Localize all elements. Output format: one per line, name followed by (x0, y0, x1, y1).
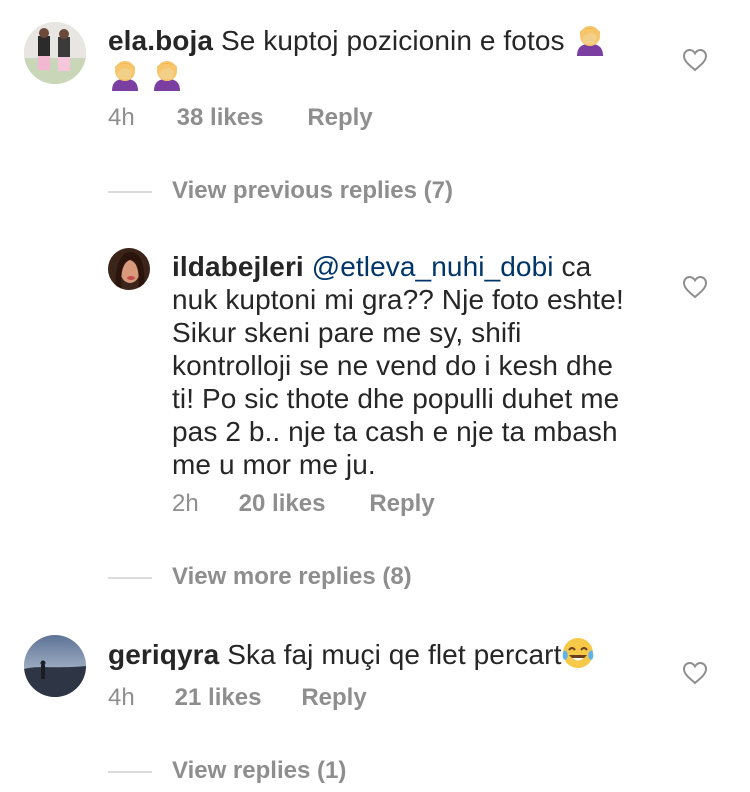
view-replies-label: View previous replies (7) (172, 177, 454, 204)
woman-facepalming-emoji (112, 61, 138, 91)
comment-body-line-5: ti! Po sic thote dhe populli duhet me (172, 383, 620, 414)
view-replies-button[interactable]: View replies (1) (108, 756, 346, 786)
divider (108, 576, 152, 579)
view-previous-replies-button[interactable]: View previous replies (7) (108, 176, 453, 206)
heart-icon[interactable] (682, 48, 708, 72)
likes-count[interactable]: 38 likes (177, 103, 301, 133)
comment-meta: 2h 20 likes Reply (172, 489, 435, 519)
heart-icon[interactable] (682, 275, 708, 299)
view-more-replies-button[interactable]: View more replies (8) (108, 562, 412, 592)
comment-body-line-6: pas 2 b.. nje ta cash e nje ta mbash (172, 416, 618, 447)
avatar[interactable] (24, 635, 86, 697)
view-replies-label: View more replies (8) (172, 563, 412, 590)
comment-body-line-3: Sikur skeni pare me sy, shifi (172, 317, 522, 348)
mention-link[interactable]: @etleva_nuhi_dobi (312, 251, 554, 282)
woman-facepalming-emoji (576, 26, 603, 56)
comment-body-line-4: kontrolloji se ne vend do i kesh dhe (172, 350, 613, 381)
comment-body-line-1: ca (561, 251, 592, 282)
username[interactable]: geriqyra (108, 639, 219, 670)
username[interactable]: ela.boja (108, 25, 213, 56)
divider (108, 770, 152, 773)
woman-facepalming-emoji (153, 61, 180, 91)
avatar[interactable] (24, 22, 86, 84)
comment-text: ela.boja Se kuptoj pozicionin e fotos (108, 22, 638, 92)
comment-body: Se kuptoj pozicionin e fotos (220, 25, 565, 56)
heart-icon[interactable] (682, 661, 708, 685)
view-replies-label: View replies (1) (172, 757, 347, 784)
username[interactable]: ildabejleri (172, 251, 304, 282)
timestamp: 4h (108, 684, 135, 711)
comment-body: Ska faj muçi qe flet percart (227, 639, 562, 670)
reply-button[interactable]: Reply (301, 683, 366, 713)
timestamp: 2h (172, 490, 199, 517)
reply-button[interactable]: Reply (369, 489, 434, 519)
comment-meta: 4h 38 likes Reply (108, 103, 373, 133)
comment-text: geriqyra Ska faj muçi qe flet percart (108, 636, 668, 671)
timestamp: 4h (108, 104, 135, 131)
comment-body-line-2: nuk kuptoni mi gra?? Nje foto eshte! (172, 284, 624, 315)
comment-meta: 4h 21 likes Reply (108, 683, 367, 713)
avatar[interactable] (108, 248, 150, 290)
divider (108, 190, 152, 193)
comment-body-line-7: me u mor me ju. (172, 449, 376, 480)
tears-of-joy-emoji (563, 638, 594, 668)
comment-text: ildabejleri @etleva_nuhi_dobi ca nuk kup… (172, 250, 652, 481)
reply-button[interactable]: Reply (307, 103, 372, 133)
likes-count[interactable]: 20 likes (239, 489, 363, 519)
likes-count[interactable]: 21 likes (175, 683, 295, 713)
